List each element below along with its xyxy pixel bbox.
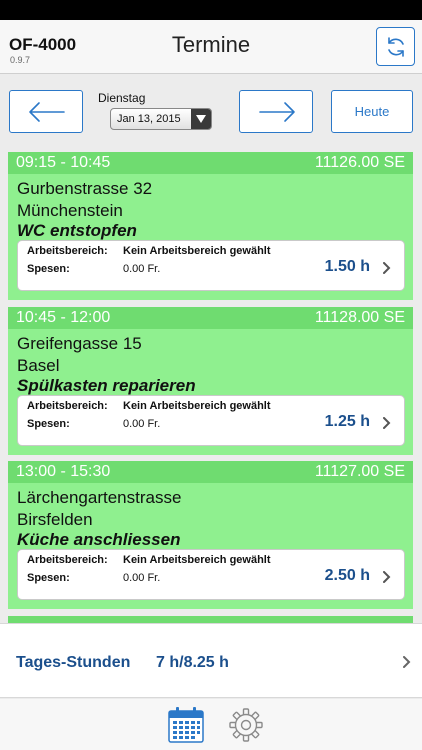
today-button[interactable]: Heute — [331, 90, 413, 133]
appointment-card[interactable]: 10:45 - 12:00 11128.00 SE Greifengasse 1… — [8, 307, 413, 455]
appointment-time: 10:45 - 12:00 — [16, 309, 111, 326]
area-value: Kein Arbeitsbereich gewählt — [123, 554, 271, 566]
area-label: Arbeitsbereich: — [27, 400, 108, 412]
tab-settings[interactable] — [228, 707, 264, 743]
spesen-label: Spesen: — [27, 418, 70, 430]
area-value: Kein Arbeitsbereich gewählt — [123, 245, 271, 257]
appointment-number: 11126.00 SE — [314, 154, 405, 171]
date-value: Jan 13, 2015 — [117, 113, 181, 125]
appointment-detail-row[interactable]: Arbeitsbereich: Kein Arbeitsbereich gewä… — [17, 240, 405, 291]
card-header: 13:00 - 15:30 11127.00 SE — [8, 461, 413, 483]
appointment-street: Gurbenstrasse 32 — [17, 179, 153, 198]
arrow-left-icon — [29, 102, 65, 122]
area-value: Kein Arbeitsbereich gewählt — [123, 400, 271, 412]
gear-icon — [229, 708, 263, 742]
appointment-time: 09:15 - 10:45 — [16, 154, 111, 171]
spesen-value: 0.00 Fr. — [123, 572, 161, 584]
previous-day-button[interactable] — [9, 90, 83, 133]
hours-value: 2.50 h — [324, 567, 370, 584]
appointment-card[interactable]: 13:00 - 15:30 11127.00 SE Lärchengartens… — [8, 461, 413, 609]
appointment-card-partial[interactable] — [8, 616, 413, 623]
appointment-city: Birsfelden — [17, 510, 93, 529]
appointment-city: Basel — [17, 356, 60, 375]
card-header: 09:15 - 10:45 11126.00 SE — [8, 152, 413, 174]
daily-hours-row[interactable]: Tages-Stunden 7 h/8.25 h — [0, 623, 422, 698]
spesen-value: 0.00 Fr. — [123, 418, 161, 430]
daily-hours-value: 7 h/8.25 h — [156, 654, 229, 671]
date-picker[interactable]: Jan 13, 2015 — [110, 108, 212, 130]
appointment-time: 13:00 - 15:30 — [16, 463, 111, 480]
appointment-task: WC entstopfen — [17, 221, 137, 240]
appointment-detail-row[interactable]: Arbeitsbereich: Kein Arbeitsbereich gewä… — [17, 549, 405, 600]
appointment-list[interactable]: 09:15 - 10:45 11126.00 SE Gurbenstrasse … — [0, 150, 422, 623]
appointment-city: Münchenstein — [17, 201, 123, 220]
sync-button[interactable] — [376, 27, 415, 66]
card-header — [8, 616, 413, 623]
appointment-street: Greifengasse 15 — [17, 334, 142, 353]
tab-calendar[interactable] — [166, 705, 206, 745]
spesen-value: 0.00 Fr. — [123, 263, 161, 275]
chevron-right-icon — [403, 656, 411, 668]
appointment-task: Spülkasten reparieren — [17, 376, 196, 395]
appointment-detail-row[interactable]: Arbeitsbereich: Kein Arbeitsbereich gewä… — [17, 395, 405, 446]
appointment-card[interactable]: 09:15 - 10:45 11126.00 SE Gurbenstrasse … — [8, 152, 413, 300]
daily-hours-label: Tages-Stunden — [16, 654, 131, 671]
area-label: Arbeitsbereich: — [27, 554, 108, 566]
sync-icon — [388, 37, 404, 57]
spesen-label: Spesen: — [27, 263, 70, 275]
hours-value: 1.25 h — [324, 413, 370, 430]
weekday-label: Dienstag — [98, 91, 146, 105]
next-day-button[interactable] — [239, 90, 313, 133]
appointment-street: Lärchengartenstrasse — [17, 488, 182, 507]
nav-bar: OF-4000 0.9.7 Termine — [0, 20, 422, 74]
dropdown-toggle[interactable] — [191, 109, 211, 129]
calendar-icon — [168, 707, 204, 743]
card-header: 10:45 - 12:00 11128.00 SE — [8, 307, 413, 329]
status-bar — [0, 0, 422, 20]
chevron-right-icon — [383, 571, 391, 583]
spesen-label: Spesen: — [27, 572, 70, 584]
chevron-right-icon — [383, 417, 391, 429]
appointment-number: 11127.00 SE — [314, 463, 405, 480]
chevron-right-icon — [383, 262, 391, 274]
appointment-number: 11128.00 SE — [314, 309, 405, 326]
date-bar: Dienstag Jan 13, 2015 Heute — [0, 75, 422, 149]
area-label: Arbeitsbereich: — [27, 245, 108, 257]
page-title: Termine — [171, 32, 251, 57]
triangle-down-icon — [196, 115, 206, 123]
tab-bar — [0, 699, 422, 750]
hours-value: 1.50 h — [324, 258, 370, 275]
appointment-task: Küche anschliessen — [17, 530, 181, 549]
arrow-right-icon — [259, 102, 295, 122]
